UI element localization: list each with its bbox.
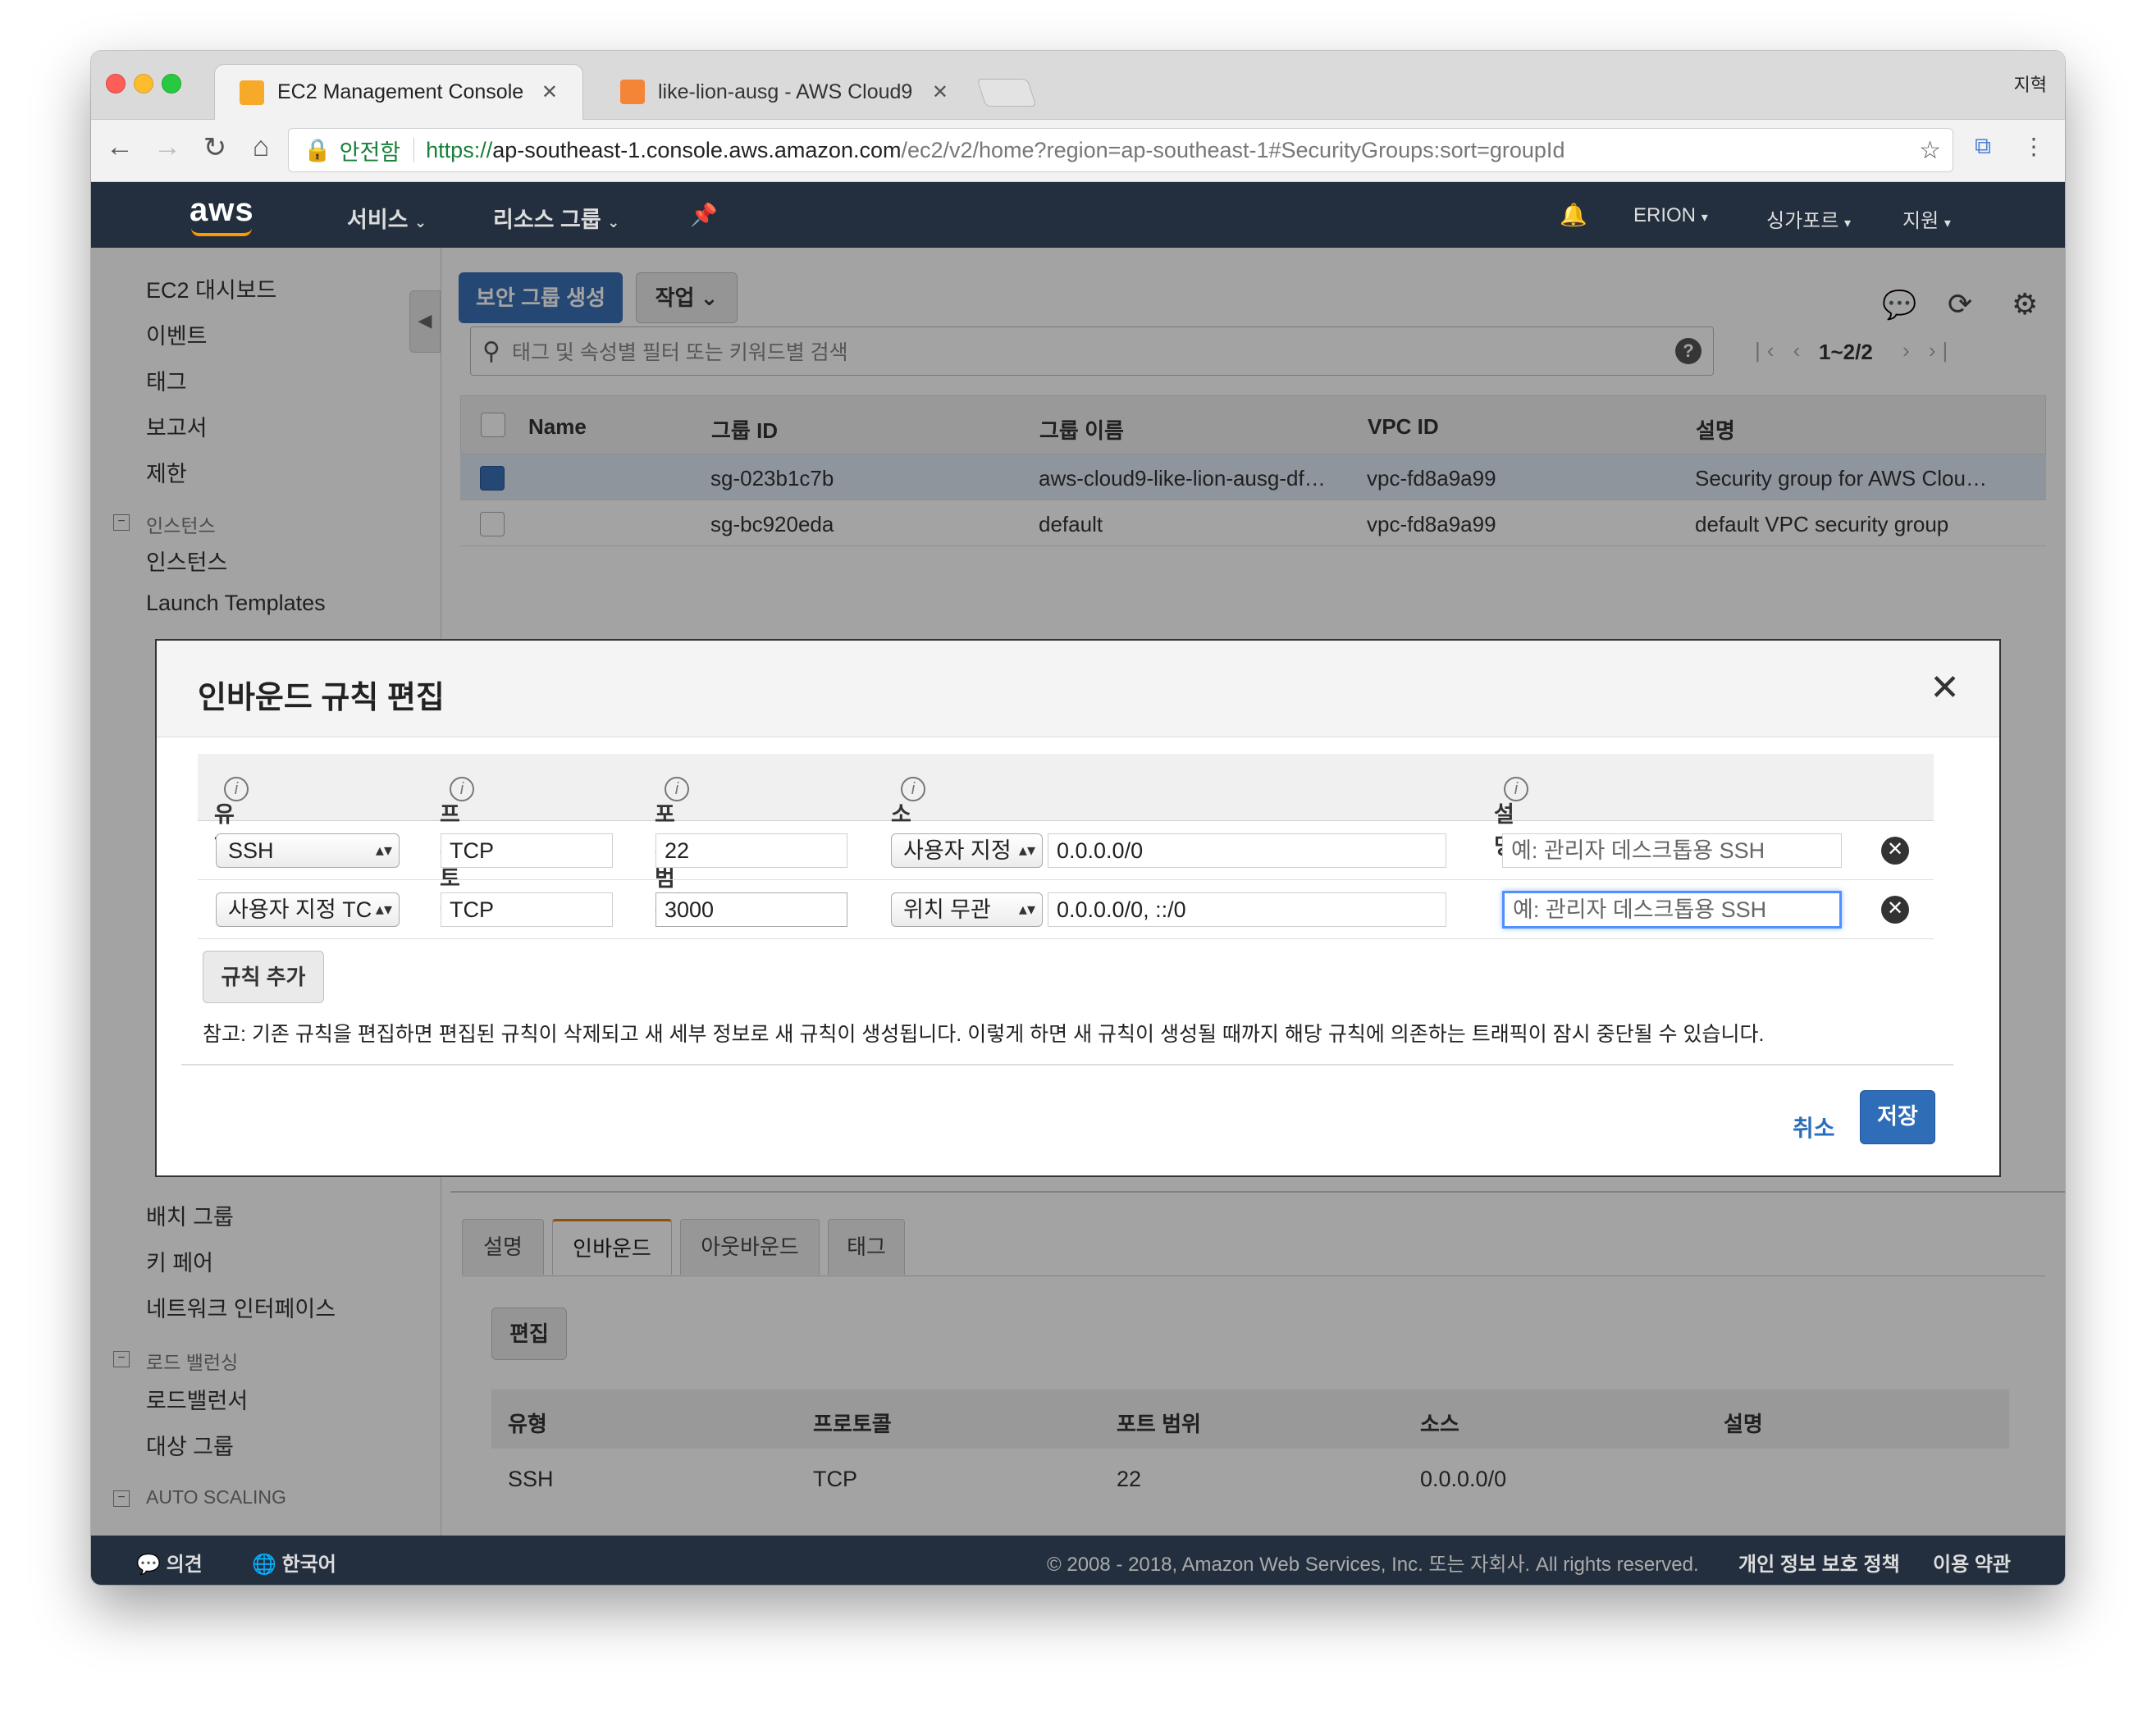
edit-note: 참고: 기존 규칙을 편집하면 편집된 규칙이 삭제되고 새 세부 정보로 새 … (203, 1023, 1765, 1046)
rule-description-input[interactable]: 예: 관리자 데스크톱용 SSH (1502, 891, 1842, 929)
remove-rule-icon[interactable]: ✕ (1881, 837, 1909, 865)
copyright-text: © 2008 - 2018, Amazon Web Services, Inc.… (1047, 1554, 1699, 1576)
language-selector[interactable]: 🌐 한국어 (252, 1548, 336, 1577)
account-menu[interactable]: ERION ▾ (1633, 204, 1708, 227)
tab-title: EC2 Management Console (277, 80, 524, 103)
tab-title: like-lion-ausg - AWS Cloud9 (658, 80, 913, 103)
modal-header: 인바운드 규칙 편집 ✕ (157, 641, 1999, 737)
bell-icon[interactable]: 🔔 (1560, 202, 1587, 228)
address-bar[interactable]: 🔒 안전함 https:// ap-southeast-1.console.aw… (288, 128, 1953, 172)
aws-logo[interactable]: aws (190, 192, 254, 229)
extension-icon[interactable]: ⧉ (1975, 133, 1991, 160)
resource-groups-menu[interactable]: 리소스 그룹 ⌄ (493, 202, 619, 234)
rule-row: SSH ▴▾ TCP 22 사용자 지정 ▴▾ 0.0.0.0/0 예: 관리자 데… (198, 821, 1934, 880)
menu-kebab-icon[interactable]: ⋮ (2022, 133, 2045, 160)
terms-link[interactable]: 이용 약관 (1933, 1548, 2011, 1577)
lock-icon: 🔒 (304, 138, 331, 162)
protocol-field: TCP (441, 892, 613, 927)
port-range-input[interactable]: 22 (655, 833, 847, 868)
tab-cloud9[interactable]: like-lion-ausg - AWS Cloud9 ✕ (596, 64, 973, 120)
ec2-favicon-icon (240, 80, 264, 105)
bookmark-star-icon[interactable]: ☆ (1919, 136, 1941, 165)
protocol-field: TCP (441, 833, 613, 868)
edit-inbound-rules-modal: 인바운드 규칙 편집 ✕ 유형i 프로토콜i 포트 범위i 소스i 설명i SS… (155, 639, 2001, 1177)
rules-table-header: 유형i 프로토콜i 포트 범위i 소스i 설명i (198, 754, 1934, 923)
secure-label: 안전함 (339, 139, 401, 165)
profile-name[interactable]: 지혁 (2014, 71, 2047, 97)
url-path: /ec2/v2/home?region=ap-southeast-1#Secur… (901, 137, 1565, 162)
feedback-link[interactable]: 💬 의견 (136, 1548, 203, 1577)
minimize-window-button[interactable] (134, 74, 153, 94)
back-arrow-icon[interactable]: ← (101, 131, 139, 163)
region-menu[interactable]: 싱가포르 ▾ (1766, 204, 1851, 233)
close-tab-icon[interactable]: ✕ (916, 80, 948, 104)
close-tab-icon[interactable]: ✕ (525, 80, 558, 104)
aws-top-nav: aws 서비스 ⌄ 리소스 그룹 ⌄ 📌 🔔 ERION ▾ 싱가포르 ▾ 지원… (91, 182, 2065, 248)
privacy-link[interactable]: 개인 정보 보호 정책 (1738, 1548, 1900, 1577)
forward-arrow-icon[interactable]: → (148, 131, 186, 163)
rule-type-select[interactable]: 사용자 지정 TC ▴▾ (216, 892, 400, 927)
tab-bar: EC2 Management Console ✕ like-lion-ausg … (91, 51, 2065, 120)
close-modal-icon[interactable]: ✕ (1930, 667, 1960, 709)
console-footer: 💬 의견 🌐 한국어 © 2008 - 2018, Amazon Web Ser… (91, 1536, 2065, 1585)
pin-icon[interactable]: 📌 (690, 202, 718, 228)
services-menu[interactable]: 서비스 ⌄ (347, 202, 427, 234)
port-range-input[interactable]: 3000 (655, 892, 847, 927)
zoom-window-button[interactable] (162, 74, 181, 94)
add-rule-button[interactable]: 규칙 추가 (203, 951, 324, 1003)
home-icon[interactable]: ⌂ (242, 131, 280, 163)
close-window-button[interactable] (106, 74, 126, 94)
reload-icon[interactable]: ↻ (196, 131, 234, 164)
source-type-select[interactable]: 위치 무관 ▴▾ (891, 892, 1043, 927)
modal-title: 인바운드 규칙 편집 (198, 681, 445, 715)
cloud9-favicon-icon (620, 80, 645, 104)
source-type-select[interactable]: 사용자 지정 ▴▾ (891, 833, 1043, 868)
url-protocol: https:// (426, 137, 493, 162)
rule-description-input[interactable]: 예: 관리자 데스크톱용 SSH (1502, 833, 1842, 868)
aws-logo-smile (191, 228, 252, 236)
rule-type-select[interactable]: SSH ▴▾ (216, 833, 400, 868)
source-cidr-input[interactable]: 0.0.0.0/0, ::/0 (1048, 892, 1446, 927)
cancel-button[interactable]: 취소 (1793, 1111, 1835, 1143)
new-tab-button[interactable] (976, 79, 1037, 107)
tab-ec2-console[interactable]: EC2 Management Console ✕ (214, 64, 583, 120)
save-button[interactable]: 저장 (1860, 1090, 1935, 1144)
source-cidr-input[interactable]: 0.0.0.0/0 (1048, 833, 1446, 868)
remove-rule-icon[interactable]: ✕ (1881, 896, 1909, 924)
rule-row: 사용자 지정 TC ▴▾ TCP 3000 위치 무관 ▴▾ 0.0.0.0/0, … (198, 880, 1934, 939)
support-menu[interactable]: 지원 ▾ (1902, 204, 1951, 233)
browser-window: EC2 Management Console ✕ like-lion-ausg … (91, 51, 2065, 1585)
address-toolbar: ← → ↻ ⌂ 🔒 안전함 https:// ap-southeast-1.co… (91, 120, 2065, 182)
url-host: ap-southeast-1.console.aws.amazon.com (492, 137, 902, 162)
